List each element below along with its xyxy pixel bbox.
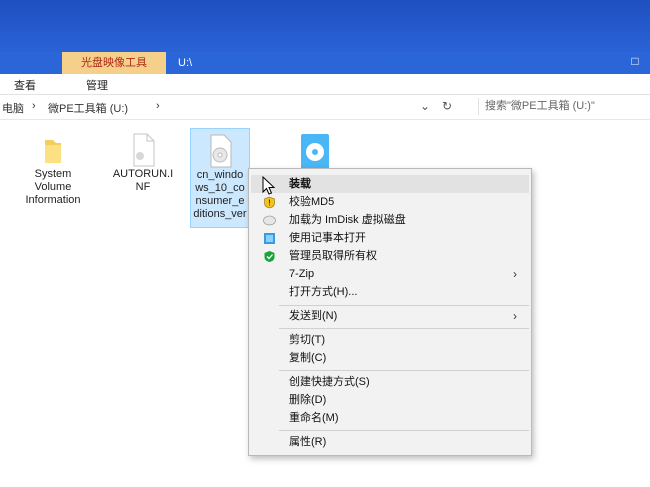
breadcrumb-separator: ›	[32, 100, 36, 112]
menu-item-properties[interactable]: 属性(R)	[251, 433, 529, 451]
menu-item-7zip[interactable]: 7-Zip ›	[251, 265, 529, 283]
window-path-label: U:\	[178, 57, 193, 69]
tab-manage[interactable]: 管理	[86, 77, 108, 93]
menu-item-delete[interactable]: 删除(D)	[251, 391, 529, 409]
chevron-right-icon: ›	[513, 267, 517, 281]
green-shield-icon	[264, 251, 275, 262]
tab-view[interactable]: 查看	[14, 77, 36, 93]
chevron-right-icon: ›	[513, 309, 517, 323]
menu-item-create-shortcut[interactable]: 创建快捷方式(S)	[251, 373, 529, 391]
mouse-cursor-icon	[262, 176, 276, 195]
ribbon-tabs: 查看 管理	[0, 74, 650, 95]
refresh-icon[interactable]: ↻	[442, 99, 452, 113]
disk-icon	[263, 215, 276, 226]
menu-separator	[279, 430, 529, 431]
menu-item-send-to[interactable]: 发送到(N) ›	[251, 307, 529, 325]
file-name: System Volume Information	[25, 168, 81, 206]
search-input[interactable]: 搜索"微PE工具箱 (U:)"	[478, 98, 645, 115]
menu-item-copy[interactable]: 复制(C)	[251, 349, 529, 367]
tab-disc-image-tools[interactable]: 光盘映像工具	[62, 52, 166, 74]
history-dropdown-icon[interactable]: ⌄	[420, 99, 430, 113]
file-item[interactable]: System Volume Information	[18, 132, 88, 207]
breadcrumb-separator: ›	[156, 100, 160, 112]
breadcrumb-drive[interactable]: 微PE工具箱 (U:)	[48, 100, 128, 116]
file-item[interactable]: AUTORUN.INF	[108, 132, 178, 194]
context-menu: 装载 校验MD5 加载为 ImDisk 虚拟磁盘 使用记事本打开 管理员取得所有…	[248, 168, 532, 456]
folder-icon	[45, 140, 61, 163]
file-icon	[133, 133, 155, 167]
address-bar[interactable]: 电脑 › 微PE工具箱 (U:) › ⌄ ↻ 搜索"微PE工具箱 (U:)"	[0, 95, 650, 120]
breadcrumb-pc[interactable]: 电脑	[2, 100, 24, 116]
menu-item-imdisk[interactable]: 加载为 ImDisk 虚拟磁盘	[251, 211, 529, 229]
menu-item-rename[interactable]: 重命名(M)	[251, 409, 529, 427]
menu-item-verify-md5[interactable]: 校验MD5	[251, 193, 529, 211]
menu-separator	[279, 370, 529, 371]
restore-icon[interactable]: □	[628, 54, 642, 68]
disc-image-icon	[210, 134, 232, 168]
menu-item-open-notepad[interactable]: 使用记事本打开	[251, 229, 529, 247]
menu-item-open-with[interactable]: 打开方式(H)...	[251, 283, 529, 301]
menu-separator	[279, 328, 529, 329]
menu-item-cut[interactable]: 剪切(T)	[251, 331, 529, 349]
window-titlebar	[0, 0, 650, 52]
file-name: cn_windows_10_consumer_editions_ver...	[193, 169, 247, 228]
file-item-selected[interactable]: cn_windows_10_consumer_editions_ver...	[190, 128, 250, 228]
shield-icon	[264, 196, 275, 209]
menu-separator	[279, 305, 529, 306]
notepad-icon	[264, 233, 275, 244]
menu-item-take-ownership[interactable]: 管理员取得所有权	[251, 247, 529, 265]
menu-item-mount[interactable]: 装载	[251, 175, 529, 193]
file-name: AUTORUN.INF	[112, 168, 174, 193]
